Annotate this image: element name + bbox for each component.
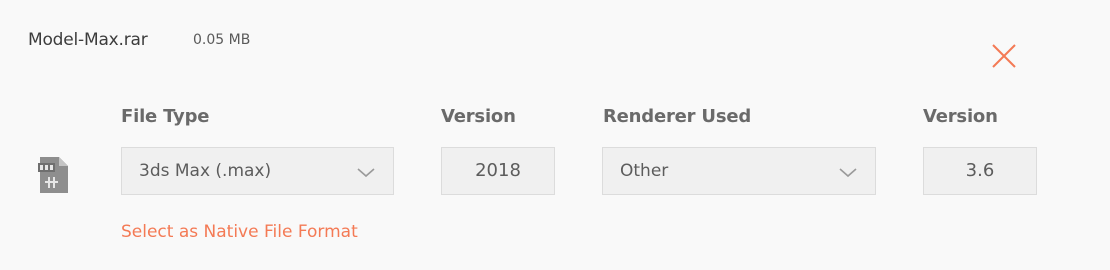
file-type-label: File Type — [121, 106, 210, 127]
chevron-down-icon — [839, 168, 857, 178]
select-native-format-link[interactable]: Select as Native File Format — [121, 222, 358, 242]
close-button[interactable] — [988, 40, 1020, 72]
version-label: Version — [441, 106, 516, 127]
chevron-down-icon — [357, 168, 375, 178]
file-type-select[interactable]: 3ds Max (.max) — [121, 147, 394, 195]
renderer-value: Other — [620, 161, 669, 181]
renderer-version-field[interactable]: 3.6 — [923, 147, 1037, 195]
file-size: 0.05 MB — [193, 32, 251, 48]
file-icon — [37, 156, 71, 194]
renderer-label: Renderer Used — [603, 106, 752, 127]
version-field[interactable]: 2018 — [441, 147, 555, 195]
file-type-value: 3ds Max (.max) — [139, 161, 272, 181]
file-name: Model-Max.rar — [28, 30, 148, 50]
renderer-select[interactable]: Other — [602, 147, 876, 195]
close-icon — [992, 44, 1016, 68]
renderer-version-label: Version — [923, 106, 998, 127]
